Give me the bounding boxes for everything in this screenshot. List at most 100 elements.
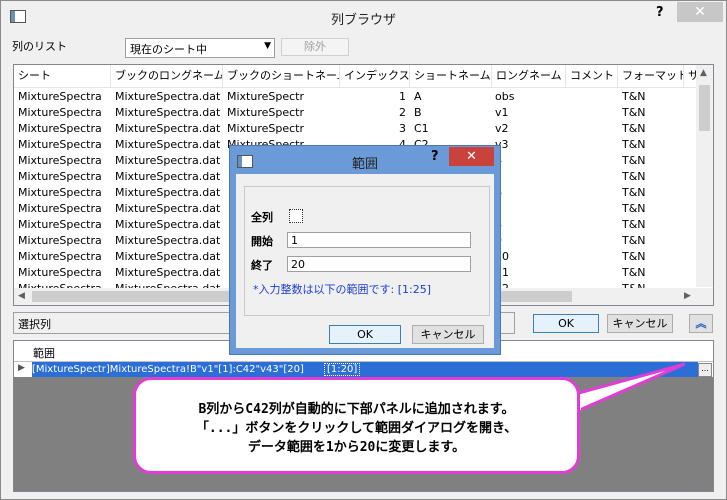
table-cell: obs	[495, 90, 515, 103]
col-header-format[interactable]: フォーマット	[618, 65, 684, 87]
title-bar: 列ブラウザ ? ✕	[1, 1, 726, 33]
help-button[interactable]: ?	[656, 5, 664, 20]
table-cell: B	[414, 106, 422, 119]
table-cell	[570, 185, 618, 201]
col-header-book-longname[interactable]: ブックのロングネーム	[111, 65, 223, 87]
chevron-down-icon: ▼	[264, 41, 271, 51]
start-input[interactable]: 1	[287, 232, 471, 248]
table-cell: MixtureSpectra.dat	[115, 170, 221, 183]
dialog-close-button[interactable]: ✕	[449, 147, 494, 166]
table-cell	[570, 89, 618, 105]
table-cell: MixtureSpectra.dat	[115, 106, 221, 119]
table-cell: MixtureSpectra.dat	[115, 122, 221, 135]
table-cell: MixtureSpectra.dat	[115, 218, 221, 231]
selected-columns-label: 選択列	[18, 318, 51, 331]
table-header: シート ブックのロングネーム ブックのショートネーム インデックス ショートネー…	[14, 65, 704, 88]
scroll-left-icon[interactable]: ◀	[18, 291, 25, 301]
table-cell: MixtureSpectra	[18, 234, 102, 247]
window-title: 列ブラウザ	[330, 13, 396, 28]
end-label: 終了	[251, 259, 273, 272]
table-cell: MixtureSpectra.dat	[115, 266, 221, 279]
col-header-book-shortname[interactable]: ブックのショートネーム	[223, 65, 340, 87]
ellipsis-button[interactable]: ...	[698, 363, 712, 377]
all-columns-checkbox[interactable]	[289, 209, 303, 223]
range-note: *入力整数は以下の範囲です: [1:25]	[253, 283, 431, 296]
col-header-longname[interactable]: ロングネーム	[492, 65, 566, 87]
table-cell: T&N	[622, 170, 646, 183]
vertical-scrollbar[interactable]: ▲	[696, 65, 713, 287]
col-header-shortname[interactable]: ショートネーム	[410, 65, 492, 87]
table-cell: MixtureSpectra.dat	[115, 202, 221, 215]
table-cell	[570, 201, 618, 217]
table-row[interactable]: MixtureSpectra MixtureSpectra.dat MixtureS…	[14, 105, 699, 121]
table-cell: MixtureSpectra.dat	[115, 186, 221, 199]
dialog-ok-button[interactable]: OK	[329, 325, 401, 344]
table-cell: MixtureSpectra	[18, 170, 102, 183]
expand-icon[interactable]: ︽	[689, 314, 713, 333]
dialog-help-button[interactable]: ?	[431, 149, 439, 164]
table-cell: MixtureSpectr	[227, 106, 305, 119]
column-list-label: 列のリスト	[12, 40, 67, 53]
table-cell: T&N	[622, 250, 646, 263]
table-cell: v3	[495, 138, 509, 151]
table-cell: MixtureSpectra	[18, 106, 102, 119]
table-cell: T&N	[622, 202, 646, 215]
table-cell: MixtureSpectra.dat	[115, 154, 221, 167]
table-cell: MixtureSpectra.dat	[115, 138, 221, 151]
table-cell: MixtureSpectra	[18, 186, 102, 199]
dialog-body: 全列 開始 1 終了 20 *入力整数は以下の範囲です: [1:25] OK キ…	[236, 174, 494, 348]
start-label: 開始	[251, 235, 273, 248]
range-header-label: 範囲	[33, 347, 55, 360]
table-cell: MixtureSpectra	[18, 218, 102, 231]
table-cell: MixtureSpectra	[18, 202, 102, 215]
range-dialog: 範囲 ? ✕ 全列 開始 1 終了 20 *入力整数は以下の範囲です: [1:2…	[229, 145, 501, 355]
callout-line-2: 「...」ボタンをクリックして範囲ダイアログを開き、	[195, 421, 518, 436]
table-cell: T&N	[622, 90, 646, 103]
table-cell	[570, 265, 618, 281]
callout-line-3: データ範囲を1から20に変更します。	[247, 440, 466, 455]
table-cell: 4	[495, 153, 563, 169]
table-cell	[570, 153, 618, 169]
table-cell: MixtureSpectr	[227, 122, 305, 135]
table-cell: 1	[399, 90, 406, 103]
table-cell: 7	[495, 201, 563, 217]
table-row[interactable]: MixtureSpectra MixtureSpectra.dat MixtureS…	[14, 89, 699, 105]
scroll-right-icon[interactable]: ▶	[684, 291, 691, 301]
table-cell: MixtureSpectra.dat	[115, 234, 221, 247]
table-cell: MixtureSpectra	[18, 90, 102, 103]
dialog-cancel-button[interactable]: キャンセル	[412, 325, 484, 344]
close-button[interactable]: ✕	[677, 2, 723, 22]
table-cell	[570, 121, 618, 137]
range-row-text[interactable]: [MixtureSpectr]MixtureSpectra!B"v1"[1]:C…	[32, 362, 324, 377]
col-header-sheet[interactable]: シート	[14, 65, 111, 87]
cancel-button[interactable]: キャンセル	[607, 314, 673, 333]
col-header-index[interactable]: インデックス	[340, 65, 410, 87]
table-cell: v2	[495, 122, 509, 135]
table-cell: 9	[495, 233, 563, 249]
end-input[interactable]: 20	[287, 256, 471, 272]
callout-line-1: B列からC42列が自動的に下部パネルに追加されます。	[198, 402, 515, 417]
table-cell: MixtureSpectra	[18, 154, 102, 167]
table-cell: T&N	[622, 266, 646, 279]
table-cell: 2	[399, 106, 406, 119]
callout-pointer	[575, 362, 685, 414]
callout-text: B列からC42列が自動的に下部パネルに追加されます。 「...」ボタンをクリック…	[136, 400, 577, 457]
col-header-comment[interactable]: コメント	[566, 65, 618, 87]
table-cell: MixtureSpectr	[227, 90, 305, 103]
table-cell: 11	[495, 266, 509, 279]
exclude-button[interactable]: 除外	[281, 38, 349, 56]
scroll-thumb[interactable]	[699, 85, 710, 131]
scroll-up-icon[interactable]: ▲	[700, 68, 707, 78]
table-cell: MixtureSpectra.dat	[115, 90, 221, 103]
table-row[interactable]: MixtureSpectra MixtureSpectra.dat MixtureS…	[14, 121, 699, 137]
ok-button[interactable]: OK	[533, 314, 599, 333]
table-cell	[570, 105, 618, 121]
table-cell: MixtureSpectra.dat	[115, 250, 221, 263]
table-cell: 10	[495, 250, 509, 263]
sheet-scope-select[interactable]: 現在のシート中 ▼	[125, 38, 275, 58]
table-cell: A	[414, 90, 422, 103]
table-cell: MixtureSpectra	[18, 138, 102, 151]
table-cell	[570, 217, 618, 233]
table-cell: 6	[495, 185, 563, 201]
table-cell	[570, 233, 618, 249]
